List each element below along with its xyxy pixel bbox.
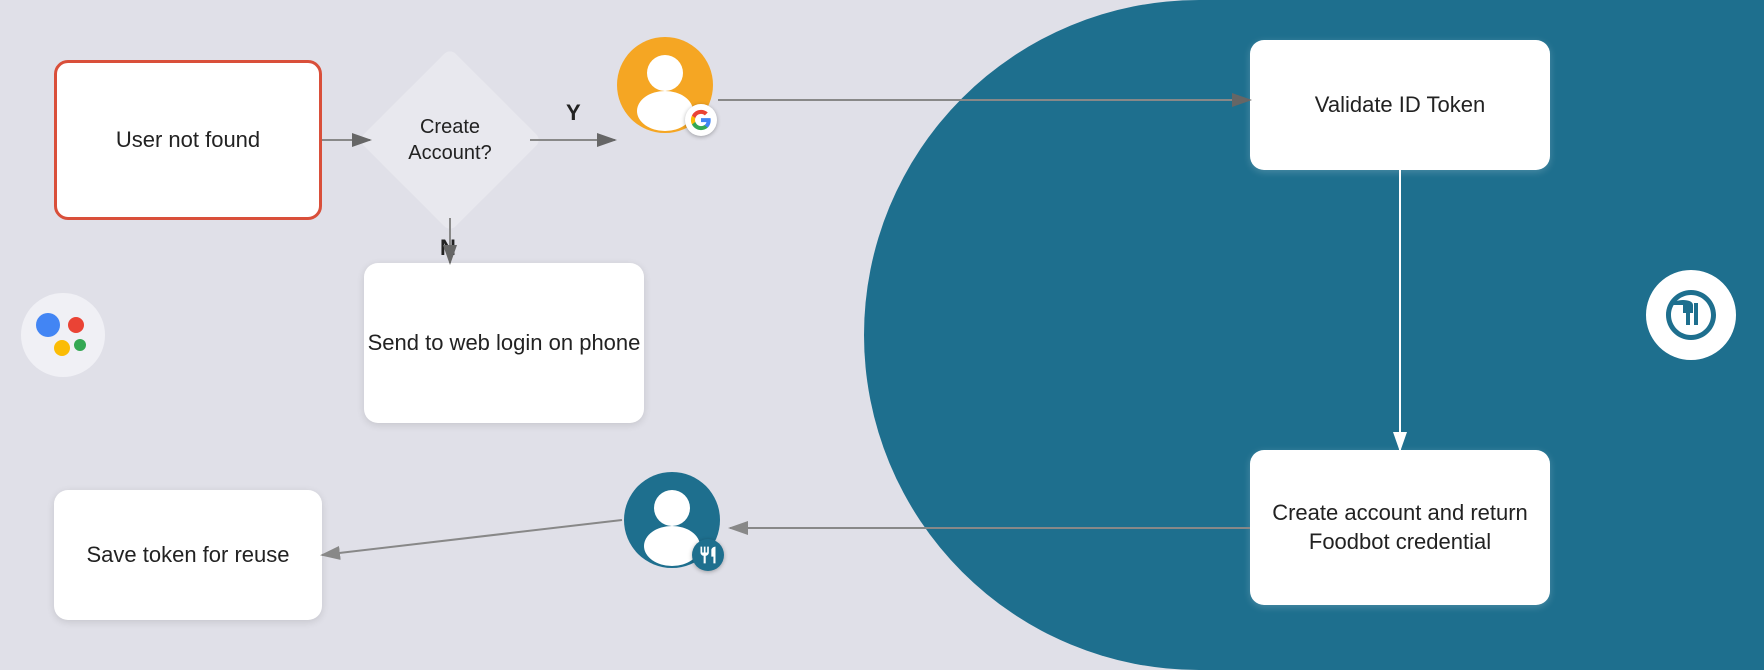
save-token-box: Save token for reuse: [54, 490, 322, 620]
no-label: N: [440, 235, 456, 261]
send-to-web-login-label: Send to web login on phone: [368, 329, 641, 358]
user-not-found-label: User not found: [116, 126, 260, 155]
foodbot-user-icon: [622, 470, 722, 575]
send-to-web-login-box: Send to web login on phone: [364, 263, 644, 423]
google-user-icon: [615, 35, 715, 140]
validate-id-token-label: Validate ID Token: [1315, 91, 1485, 120]
create-account-diamond: [358, 48, 542, 232]
foodbot-right-icon: [1646, 270, 1736, 365]
create-account-return-box: Create account and return Foodbot creden…: [1250, 450, 1550, 605]
diagram-container: User not found CreateAccount? Y N Send t…: [0, 0, 1764, 670]
save-token-label: Save token for reuse: [86, 541, 289, 570]
user-not-found-box: User not found: [54, 60, 322, 220]
validate-id-token-box: Validate ID Token: [1250, 40, 1550, 170]
create-account-diamond-wrapper: CreateAccount?: [370, 40, 530, 240]
yes-label: Y: [566, 100, 581, 126]
google-assistant-icon: [18, 290, 108, 380]
create-account-return-label: Create account and return Foodbot creden…: [1250, 499, 1550, 556]
